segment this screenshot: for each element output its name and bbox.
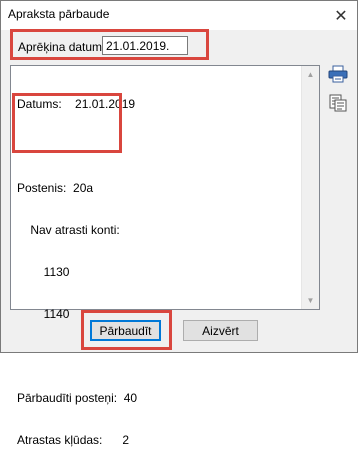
date-field-highlight <box>10 29 209 60</box>
check-button-highlight <box>81 310 172 350</box>
title-bar: Apraksta pārbaude ✕ <box>1 1 357 30</box>
report-line: 1130 <box>17 265 70 279</box>
report-line: Pārbaudīti posteņi: 40 <box>17 391 138 405</box>
report-line: Nav atrasti konti: <box>17 223 120 237</box>
scroll-up-icon[interactable]: ▲ <box>302 66 319 83</box>
report-line: Atrastas kļūdas: 2 <box>17 433 130 447</box>
close-icon[interactable]: ✕ <box>325 1 357 30</box>
scroll-down-icon[interactable]: ▼ <box>302 292 319 309</box>
dialog-window: Apraksta pārbaude ✕ Aprēķina datums: Dat… <box>0 0 358 447</box>
item-highlight <box>12 93 122 153</box>
document-preview-icon[interactable] <box>329 94 349 112</box>
printer-icon[interactable] <box>328 65 348 83</box>
close-button[interactable]: Aizvērt <box>183 320 258 341</box>
window-title: Apraksta pārbaude <box>8 7 110 21</box>
report-line: Postenis: 20a <box>17 181 94 195</box>
vertical-scrollbar[interactable]: ▲ ▼ <box>301 66 319 309</box>
report-line: ​ <box>17 349 297 363</box>
